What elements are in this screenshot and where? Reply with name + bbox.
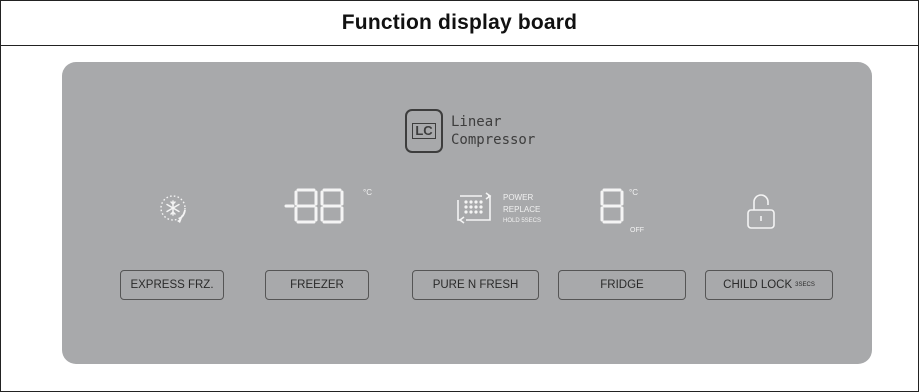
fridge-off-label: OFF: [630, 227, 644, 234]
logo-line1: Linear: [451, 114, 502, 130]
logo-line2: Compressor: [451, 132, 536, 148]
page-title: Function display board: [341, 11, 578, 34]
express-frz-button[interactable]: EXPRESS FRZ.: [120, 270, 224, 300]
lc-logo-icon: LC: [405, 109, 443, 153]
pure-n-fresh-label: PURE N FRESH: [432, 279, 519, 291]
logo-text: Linear Compressor: [451, 113, 535, 149]
control-panel: LC Linear Compressor °C POWER REPLACE HO…: [62, 62, 872, 364]
pure-n-fresh-button[interactable]: PURE N FRESH: [412, 270, 539, 300]
filter-hold-label: HOLD 5SECS: [503, 218, 542, 224]
child-lock-sublabel: 3SECS: [795, 282, 815, 288]
child-lock-label: CHILD LOCK: [723, 279, 793, 291]
freezer-unit: °C: [363, 188, 372, 197]
express-frz-label: EXPRESS FRZ.: [130, 279, 214, 291]
child-lock-button[interactable]: CHILD LOCK 3SECS: [705, 270, 833, 300]
title-bar: Function display board: [1, 1, 918, 46]
linear-compressor-logo: LC Linear Compressor: [405, 109, 535, 153]
function-display-board: Function display board LC Linear Compres…: [0, 0, 919, 392]
fridge-temperature-display: [600, 188, 624, 224]
freezer-button[interactable]: FREEZER: [265, 270, 369, 300]
fridge-button[interactable]: FRIDGE: [558, 270, 686, 300]
freezer-label: FREEZER: [290, 279, 344, 291]
fridge-label: FRIDGE: [600, 279, 644, 291]
fridge-unit: °C: [629, 188, 638, 197]
filter-replace-label: REPLACE: [503, 205, 541, 214]
filter-power-label: POWER: [503, 193, 534, 202]
filter-icon: [457, 192, 492, 224]
snowflake-icon: [160, 195, 186, 223]
freezer-temperature-display: [284, 188, 344, 224]
lock-icon: [747, 194, 775, 229]
